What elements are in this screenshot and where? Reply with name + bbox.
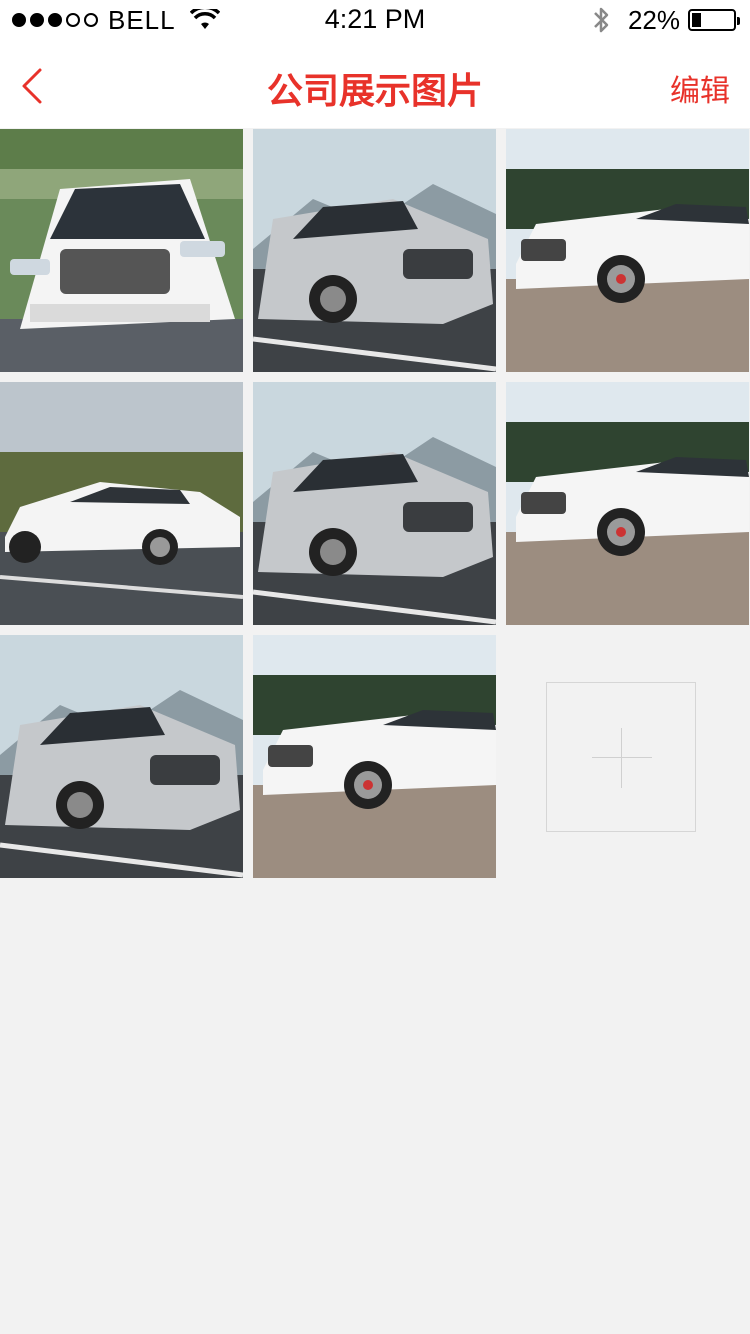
photo-thumbnail[interactable] [506, 382, 749, 625]
plus-icon [592, 757, 652, 758]
status-right: 22% [592, 4, 740, 36]
screen: BELL 4:21 PM 22% 公司展示图片 编辑 [0, 0, 750, 1334]
photo-thumbnail[interactable] [253, 129, 496, 372]
photo-thumbnail[interactable] [0, 635, 243, 878]
edit-button[interactable]: 编辑 [670, 66, 730, 110]
plus-icon-vertical [621, 728, 622, 788]
bluetooth-icon [594, 7, 609, 33]
battery-icon [688, 9, 740, 31]
photo-thumbnail[interactable] [0, 382, 243, 625]
photo-thumbnail[interactable] [253, 635, 496, 878]
page-title: 公司展示图片 [266, 71, 483, 112]
photo-thumbnail[interactable] [506, 129, 749, 372]
photo-thumbnail[interactable] [0, 129, 243, 372]
add-photo-button[interactable] [546, 682, 696, 832]
nav-bar: 公司展示图片 编辑 [0, 40, 750, 128]
status-bar: BELL 4:21 PM 22% [0, 0, 750, 40]
photo-thumbnail[interactable] [253, 382, 496, 625]
battery-percentage: 22% [627, 4, 680, 35]
